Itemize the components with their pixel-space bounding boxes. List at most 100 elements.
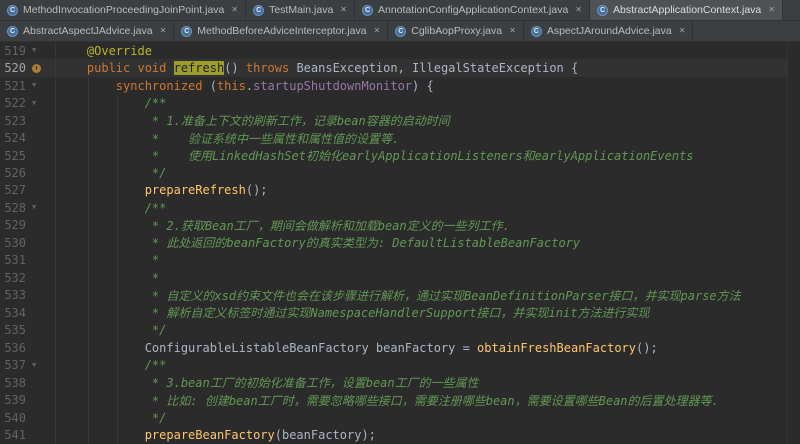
code-line-536[interactable]: 536 ConfigurableListableBeanFactory bean… <box>0 339 800 356</box>
gutter[interactable]: 540 <box>0 409 56 426</box>
tab-TestMain.java[interactable]: CTestMain.java✕ <box>246 0 355 20</box>
code-line-521[interactable]: 521▼ synchronized (this.startupShutdownM… <box>0 77 800 94</box>
gutter[interactable]: 535 <box>0 322 56 339</box>
code-line-530[interactable]: 530 * 此处返回的beanFactory的真实类型为: DefaultLis… <box>0 234 800 251</box>
code-text: * 3.bean工厂的初始化准备工作，设置bean工厂的一些属性 <box>56 374 800 391</box>
fold-arrow-icon[interactable]: ▼ <box>32 362 36 369</box>
code-token <box>58 44 87 58</box>
editor-tab-bar: C MethodInvocationProceedingJoinPoint.jav… <box>0 0 800 42</box>
code-token: */ <box>58 166 166 180</box>
code-token: BeansException, IllegalStateException { <box>296 61 578 75</box>
tab-row-1: CMethodInvocationProceedingJoinPoint.jav… <box>0 0 800 21</box>
tab-label: MethodInvocationProceedingJoinPoint.java <box>23 4 224 16</box>
code-token: * 比如: 创建bean工厂时，需要忽略哪些接口，需要注册哪些bean，需要设置… <box>58 394 719 408</box>
code-line-526[interactable]: 526 */ <box>0 164 800 181</box>
code-line-523[interactable]: 523 * 1.准备上下文的刷新工作，记录bean容器的启动时间 <box>0 112 800 129</box>
code-token: * 此处返回的beanFactory的真实类型为: DefaultListabl… <box>58 236 580 250</box>
fold-arrow-icon[interactable]: ▼ <box>32 82 36 89</box>
code-line-538[interactable]: 538 * 3.bean工厂的初始化准备工作，设置bean工厂的一些属性 <box>0 374 800 391</box>
code-text: * <box>56 271 800 285</box>
tab-AnnotationConfigApplicationContext.java[interactable]: CAnnotationConfigApplicationContext.java… <box>355 0 590 20</box>
code-line-534[interactable]: 534 * 解析自定义标签时通过实现NamespaceHandlerSuppor… <box>0 304 800 321</box>
code-line-537[interactable]: 537▼ /** <box>0 356 800 373</box>
code-line-533[interactable]: 533 * 自定义的xsd约束文件也会在该步骤进行解析，通过实现BeanDefi… <box>0 287 800 304</box>
gutter[interactable]: 525 <box>0 147 56 164</box>
code-line-540[interactable]: 540 */ <box>0 409 800 426</box>
gutter[interactable]: 524 <box>0 129 56 146</box>
line-number: 526 <box>0 166 29 180</box>
close-icon[interactable]: ✕ <box>768 6 775 14</box>
gutter[interactable]: 531 <box>0 252 56 269</box>
gutter[interactable]: 520↑ <box>0 59 56 76</box>
tab-AbstractApplicationContext.java[interactable]: CAbstractApplicationContext.java✕ <box>590 0 783 20</box>
gutter[interactable]: 533 <box>0 287 56 304</box>
tab-label: AspectJAroundAdvice.java <box>547 25 672 37</box>
gutter[interactable]: 526 <box>0 164 56 181</box>
close-icon[interactable]: ✕ <box>374 27 381 35</box>
close-icon[interactable]: ✕ <box>231 6 238 14</box>
fold-arrow-icon[interactable]: ▼ <box>32 47 36 54</box>
java-class-icon: C <box>7 26 18 37</box>
code-token: /** <box>145 358 167 372</box>
close-icon[interactable]: ✕ <box>160 27 167 35</box>
code-line-524[interactable]: 524 * 验证系统中一些属性和属性值的设置等. <box>0 129 800 146</box>
ide-window: C MethodInvocationProceedingJoinPoint.jav… <box>0 0 800 444</box>
line-number: 528 <box>0 201 29 215</box>
code-token: (beanFactory); <box>275 428 376 442</box>
gutter[interactable]: 523 <box>0 112 56 129</box>
code-line-522[interactable]: 522▼ /** <box>0 94 800 111</box>
gutter[interactable]: 532 <box>0 269 56 286</box>
tab-AbstractAspectJAdvice.java[interactable]: CAbstractAspectJAdvice.java✕ <box>0 21 174 41</box>
gutter[interactable]: 541 <box>0 426 56 443</box>
gutter[interactable]: 539 <box>0 391 56 408</box>
tab-MethodInvocationProceedingJoinPoint.java[interactable]: CMethodInvocationProceedingJoinPoint.jav… <box>0 0 246 20</box>
code-token: */ <box>58 411 166 425</box>
code-line-528[interactable]: 528▼ /** <box>0 199 800 216</box>
gutter[interactable]: 527 <box>0 182 56 199</box>
gutter-icons: ▼ <box>29 100 55 107</box>
code-token: obtainFreshBeanFactory <box>477 341 636 355</box>
tab-label: MethodBeforeAdviceInterceptor.java <box>197 25 366 37</box>
fold-arrow-icon[interactable]: ▼ <box>32 204 36 211</box>
code-text: * 验证系统中一些属性和属性值的设置等. <box>56 130 800 147</box>
code-line-532[interactable]: 532 * <box>0 269 800 286</box>
close-icon[interactable]: ✕ <box>340 6 347 14</box>
gutter[interactable]: 522▼ <box>0 94 56 111</box>
close-icon[interactable]: ✕ <box>679 27 686 35</box>
code-line-531[interactable]: 531 * <box>0 252 800 269</box>
code-line-527[interactable]: 527 prepareRefresh(); <box>0 182 800 199</box>
gutter[interactable]: 537▼ <box>0 356 56 373</box>
close-icon[interactable]: ✕ <box>575 6 582 14</box>
code-text: * 2.获取Bean工厂，期间会做解析和加载bean定义的一些列工作. <box>56 217 800 234</box>
gutter[interactable]: 529 <box>0 217 56 234</box>
gutter[interactable]: 519▼ <box>0 42 56 59</box>
fold-arrow-icon[interactable]: ▼ <box>32 100 36 107</box>
code-line-519[interactable]: 519▼ @Override <box>0 42 800 59</box>
tab-CglibAopProxy.java[interactable]: CCglibAopProxy.java✕ <box>388 21 524 41</box>
code-text: /** <box>56 96 800 110</box>
line-number: 525 <box>0 149 29 163</box>
code-line-539[interactable]: 539 * 比如: 创建bean工厂时，需要忽略哪些接口，需要注册哪些bean，… <box>0 391 800 408</box>
code-editor[interactable]: 519▼ @Override520↑ public void refresh()… <box>0 42 800 444</box>
gutter[interactable]: 530 <box>0 234 56 251</box>
line-number: 535 <box>0 323 29 337</box>
code-line-520[interactable]: 520↑ public void refresh() throws BeansE… <box>0 59 800 76</box>
override-method-icon[interactable]: ↑ <box>32 64 41 73</box>
gutter[interactable]: 521▼ <box>0 77 56 94</box>
code-line-529[interactable]: 529 * 2.获取Bean工厂，期间会做解析和加载bean定义的一些列工作. <box>0 217 800 234</box>
gutter[interactable]: 536 <box>0 339 56 356</box>
java-class-icon: C <box>395 26 406 37</box>
gutter[interactable]: 538 <box>0 374 56 391</box>
tab-AspectJAroundAdvice.java[interactable]: CAspectJAroundAdvice.java✕ <box>524 21 694 41</box>
code-line-535[interactable]: 535 */ <box>0 322 800 339</box>
scrollbar-error-stripe[interactable] <box>787 42 800 444</box>
close-icon[interactable]: ✕ <box>509 27 516 35</box>
code-line-541[interactable]: 541 prepareBeanFactory(beanFactory); <box>0 426 800 443</box>
gutter[interactable]: 528▼ <box>0 199 56 216</box>
tab-MethodBeforeAdviceInterceptor.java[interactable]: CMethodBeforeAdviceInterceptor.java✕ <box>174 21 388 41</box>
code-token <box>58 183 145 197</box>
code-token: /** <box>145 201 167 215</box>
code-line-525[interactable]: 525 * 使用LinkedHashSet初始化earlyApplication… <box>0 147 800 164</box>
gutter[interactable]: 534 <box>0 304 56 321</box>
code-token: (); <box>636 341 658 355</box>
